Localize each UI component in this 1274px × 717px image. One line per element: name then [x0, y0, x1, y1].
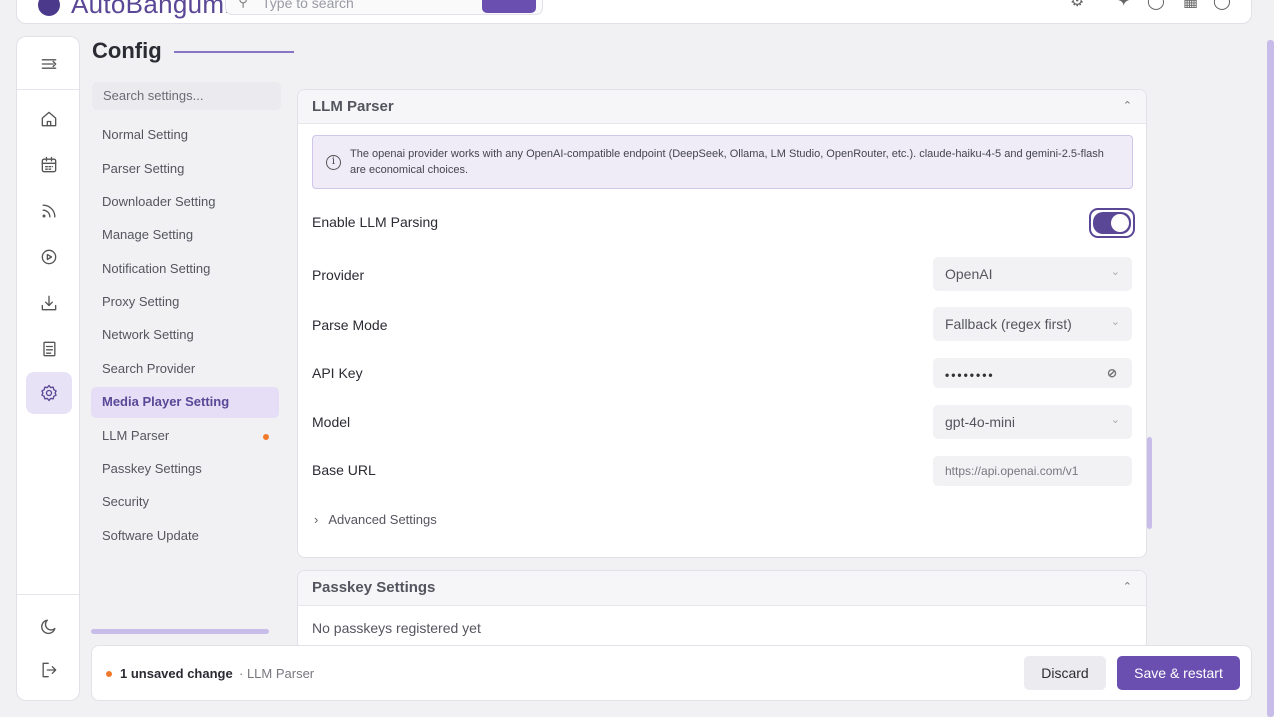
page-scrollbar[interactable]	[1267, 40, 1274, 717]
player-icon[interactable]	[26, 236, 72, 278]
nav-notification-setting[interactable]: Notification Setting	[91, 254, 279, 285]
save-restart-button[interactable]: Save & restart	[1117, 656, 1240, 690]
log-icon[interactable]	[26, 328, 72, 370]
nav-manage-setting[interactable]: Manage Setting	[91, 220, 279, 251]
chevron-down-icon: ⌄	[1110, 316, 1120, 328]
download-icon[interactable]	[26, 282, 72, 324]
provider-label: Provider	[312, 267, 365, 283]
global-search-placeholder: Type to search	[262, 0, 354, 11]
nav-llm-parser-label: LLM Parser	[102, 428, 170, 443]
info-alert: i The openai provider works with any Ope…	[312, 135, 1133, 189]
dark-mode-icon[interactable]	[26, 605, 72, 647]
advanced-settings-label: Advanced Settings	[328, 512, 437, 527]
api-key-label: API Key	[312, 365, 363, 381]
unsaved-section: · LLM Parser	[239, 666, 315, 681]
nav-llm-parser[interactable]: LLM Parser	[91, 421, 279, 452]
top-bar: AutoBangumi ⚲ Type to search ⚙ ✦ ◯ ▦ ◯	[16, 0, 1252, 24]
app-logo	[38, 0, 60, 16]
app-name: AutoBangumi	[71, 0, 231, 19]
advanced-settings-toggle[interactable]: › Advanced Settings	[314, 512, 437, 527]
discard-button[interactable]: Discard	[1024, 656, 1106, 690]
content-scrollbar[interactable]	[1147, 437, 1152, 529]
chevron-up-icon[interactable]: ⌃	[1123, 580, 1132, 593]
nav-proxy-setting[interactable]: Proxy Setting	[91, 287, 279, 318]
avatar[interactable]: ◯	[1213, 0, 1231, 11]
parse-mode-value: Fallback (regex first)	[945, 316, 1072, 332]
chevron-down-icon: ⌄	[1110, 414, 1120, 426]
nav-search-provider[interactable]: Search Provider	[91, 354, 279, 385]
title-underline	[174, 51, 294, 53]
page-title: Config	[92, 38, 162, 63]
passkey-header[interactable]: Passkey Settings ⌃	[298, 571, 1146, 606]
parse-mode-select[interactable]: Fallback (regex first) ⌄	[933, 307, 1132, 341]
settings-search-input[interactable]: Search settings...	[92, 82, 281, 110]
rail-divider	[17, 594, 79, 595]
toggle-track	[1093, 212, 1131, 234]
nav-scrollbar[interactable]	[91, 629, 269, 634]
logout-icon[interactable]	[26, 649, 72, 691]
enable-llm-toggle[interactable]	[1089, 208, 1135, 238]
search-icon: ⚲	[238, 0, 249, 9]
nav-normal-setting[interactable]: Normal Setting	[91, 120, 279, 151]
grid-icon[interactable]: ▦	[1183, 0, 1198, 11]
model-value: gpt-4o-mini	[945, 414, 1016, 430]
search-button[interactable]	[482, 0, 536, 13]
parse-mode-label: Parse Mode	[312, 317, 388, 333]
nav-network-setting[interactable]: Network Setting	[91, 320, 279, 351]
chevron-right-icon: ›	[314, 512, 319, 527]
enable-llm-label: Enable LLM Parsing	[312, 214, 439, 230]
unsaved-bar: 1 unsaved change · LLM Parser Discard Sa…	[91, 645, 1252, 701]
model-label: Model	[312, 414, 351, 430]
unsaved-dot	[263, 434, 269, 440]
base-url-label: Base URL	[312, 462, 376, 478]
rss-icon[interactable]	[26, 190, 72, 232]
passkey-panel: Passkey Settings ⌃ No passkeys registere…	[297, 570, 1147, 650]
unsaved-count: 1 unsaved change	[120, 666, 233, 681]
passkey-empty-text: No passkeys registered yet	[312, 620, 481, 636]
chevron-down-icon: ⌄	[1110, 266, 1120, 278]
toggle-knob	[1111, 214, 1129, 232]
icon-rail	[16, 36, 80, 701]
provider-value: OpenAI	[945, 266, 993, 282]
unsaved-dot	[106, 671, 112, 677]
pin-icon[interactable]: ✦	[1117, 0, 1130, 11]
model-select[interactable]: gpt-4o-mini ⌄	[933, 405, 1132, 439]
collapse-menu-icon[interactable]	[26, 43, 72, 85]
bell-icon[interactable]: ⚙	[1070, 0, 1084, 11]
home-icon[interactable]	[26, 98, 72, 140]
nav-parser-setting[interactable]: Parser Setting	[91, 154, 279, 185]
info-icon: i	[326, 155, 341, 170]
panel-title: LLM Parser	[312, 98, 394, 115]
calendar-icon[interactable]	[26, 144, 72, 186]
base-url-value: https://api.openai.com/v1	[945, 464, 1079, 478]
passkey-title: Passkey Settings	[312, 579, 436, 596]
rail-divider	[17, 89, 79, 90]
api-key-input[interactable]: •••••••• ⊘	[933, 358, 1132, 388]
eye-off-icon[interactable]: ⊘	[1107, 366, 1119, 380]
nav-downloader-setting[interactable]: Downloader Setting	[91, 187, 279, 218]
base-url-input[interactable]: https://api.openai.com/v1	[933, 456, 1132, 486]
global-search-input[interactable]: ⚲ Type to search	[225, 0, 543, 15]
llm-parser-header[interactable]: LLM Parser ⌃	[298, 90, 1146, 124]
llm-parser-panel: LLM Parser ⌃ i The openai provider works…	[297, 89, 1147, 558]
help-icon[interactable]: ◯	[1147, 0, 1165, 11]
nav-software-update[interactable]: Software Update	[91, 521, 279, 552]
chevron-up-icon[interactable]: ⌃	[1123, 99, 1132, 112]
info-text: The openai provider works with any OpenA…	[350, 148, 1104, 176]
api-key-value: ••••••••	[945, 368, 995, 382]
nav-media-player-setting[interactable]: Media Player Setting	[91, 387, 279, 418]
nav-security[interactable]: Security	[91, 487, 279, 518]
settings-icon[interactable]	[26, 372, 72, 414]
provider-select[interactable]: OpenAI ⌄	[933, 257, 1132, 291]
nav-passkey-settings[interactable]: Passkey Settings	[91, 454, 279, 485]
